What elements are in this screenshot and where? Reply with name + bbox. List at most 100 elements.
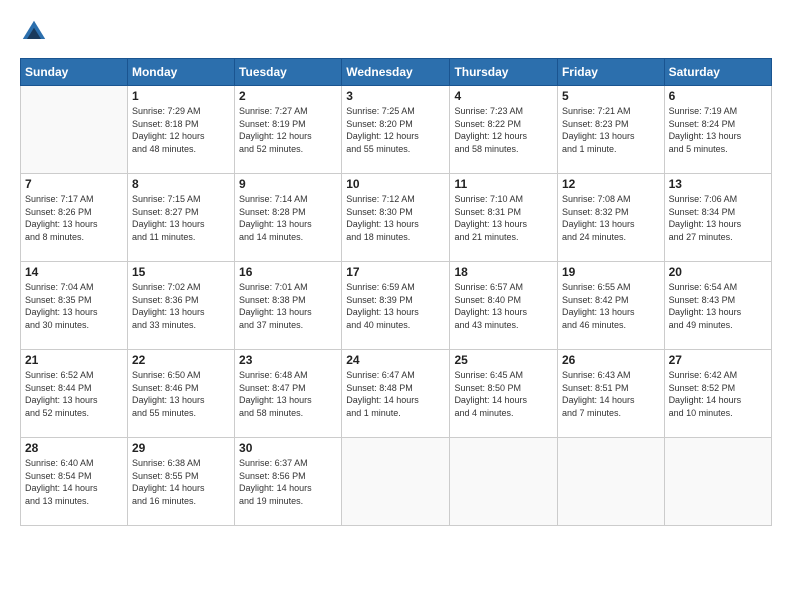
calendar-cell: 19 Sunrise: 6:55 AM Sunset: 8:42 PM Dayli… — [557, 262, 664, 350]
calendar-week-row: 28Sunrise: 6:40 AM Sunset: 8:54 PM Dayli… — [21, 438, 772, 526]
logo-icon — [20, 18, 48, 46]
day-info: Sunrise: 7:17 AM Sunset: 8:26 PM Dayligh… — [25, 193, 123, 243]
day-info: Sunrise: 7:29 AM Sunset: 8:18 PM Dayligh… — [132, 105, 230, 155]
day-info: Sunrise: 6:59 AM Sunset: 8:39 PM Dayligh… — [346, 281, 445, 331]
day-info: Sunrise: 7:19 AM Sunset: 8:24 PM Dayligh… — [669, 105, 767, 155]
day-info: Sunrise: 7:25 AM Sunset: 8:20 PM Dayligh… — [346, 105, 445, 155]
day-number: 14 — [25, 265, 123, 279]
calendar-cell: 2Sunrise: 7:27 AM Sunset: 8:19 PM Daylig… — [235, 86, 342, 174]
calendar-cell: 8Sunrise: 7:15 AM Sunset: 8:27 PM Daylig… — [127, 174, 234, 262]
calendar-cell: 18 Sunrise: 6:57 AM Sunset: 8:40 PM Dayli… — [450, 262, 558, 350]
calendar-cell: 3 Sunrise: 7:25 AM Sunset: 8:20 PM Daylig… — [342, 86, 450, 174]
calendar-cell: 20 Sunrise: 6:54 AM Sunset: 8:43 PM Dayli… — [664, 262, 771, 350]
calendar-cell: 29Sunrise: 6:38 AM Sunset: 8:55 PM Dayli… — [127, 438, 234, 526]
calendar-header-thursday: Thursday — [450, 59, 558, 86]
logo — [20, 18, 52, 46]
calendar-cell: 4 Sunrise: 7:23 AM Sunset: 8:22 PM Daylig… — [450, 86, 558, 174]
calendar-header-friday: Friday — [557, 59, 664, 86]
day-info: Sunrise: 7:14 AM Sunset: 8:28 PM Dayligh… — [239, 193, 337, 243]
day-number: 9 — [239, 177, 337, 191]
calendar-cell: 1 Sunrise: 7:29 AM Sunset: 8:18 PM Daylig… — [127, 86, 234, 174]
day-number: 29 — [132, 441, 230, 455]
day-info: Sunrise: 7:08 AM Sunset: 8:32 PM Dayligh… — [562, 193, 660, 243]
day-number: 3 — [346, 89, 445, 103]
calendar-cell: 27 Sunrise: 6:42 AM Sunset: 8:52 PM Dayli… — [664, 350, 771, 438]
calendar-table: SundayMondayTuesdayWednesdayThursdayFrid… — [20, 58, 772, 526]
calendar-cell: 15 Sunrise: 7:02 AM Sunset: 8:36 PM Dayli… — [127, 262, 234, 350]
day-info: Sunrise: 7:10 AM Sunset: 8:31 PM Dayligh… — [454, 193, 553, 243]
calendar-week-row: 14 Sunrise: 7:04 AM Sunset: 8:35 PM Dayli… — [21, 262, 772, 350]
calendar-cell: 25 Sunrise: 6:45 AM Sunset: 8:50 PM Dayli… — [450, 350, 558, 438]
calendar-cell: 12 Sunrise: 7:08 AM Sunset: 8:32 PM Dayli… — [557, 174, 664, 262]
calendar-cell: 11 Sunrise: 7:10 AM Sunset: 8:31 PM Dayli… — [450, 174, 558, 262]
day-number: 23 — [239, 353, 337, 367]
day-info: Sunrise: 6:45 AM Sunset: 8:50 PM Dayligh… — [454, 369, 553, 419]
day-number: 22 — [132, 353, 230, 367]
calendar-cell: 16 Sunrise: 7:01 AM Sunset: 8:38 PM Dayli… — [235, 262, 342, 350]
calendar-cell: 21Sunrise: 6:52 AM Sunset: 8:44 PM Dayli… — [21, 350, 128, 438]
day-number: 11 — [454, 177, 553, 191]
day-number: 12 — [562, 177, 660, 191]
calendar-cell: 14 Sunrise: 7:04 AM Sunset: 8:35 PM Dayli… — [21, 262, 128, 350]
day-number: 21 — [25, 353, 123, 367]
day-info: Sunrise: 6:40 AM Sunset: 8:54 PM Dayligh… — [25, 457, 123, 507]
calendar-cell: 17Sunrise: 6:59 AM Sunset: 8:39 PM Dayli… — [342, 262, 450, 350]
calendar-cell: 23Sunrise: 6:48 AM Sunset: 8:47 PM Dayli… — [235, 350, 342, 438]
calendar-header-tuesday: Tuesday — [235, 59, 342, 86]
day-number: 24 — [346, 353, 445, 367]
calendar-cell: 5 Sunrise: 7:21 AM Sunset: 8:23 PM Daylig… — [557, 86, 664, 174]
day-info: Sunrise: 7:21 AM Sunset: 8:23 PM Dayligh… — [562, 105, 660, 155]
calendar-header-sunday: Sunday — [21, 59, 128, 86]
day-number: 30 — [239, 441, 337, 455]
calendar-cell — [342, 438, 450, 526]
calendar-cell: 30 Sunrise: 6:37 AM Sunset: 8:56 PM Dayli… — [235, 438, 342, 526]
day-number: 16 — [239, 265, 337, 279]
calendar-cell — [557, 438, 664, 526]
day-number: 6 — [669, 89, 767, 103]
day-info: Sunrise: 7:04 AM Sunset: 8:35 PM Dayligh… — [25, 281, 123, 331]
calendar-cell: 9 Sunrise: 7:14 AM Sunset: 8:28 PM Daylig… — [235, 174, 342, 262]
day-number: 19 — [562, 265, 660, 279]
calendar-cell — [21, 86, 128, 174]
day-info: Sunrise: 6:42 AM Sunset: 8:52 PM Dayligh… — [669, 369, 767, 419]
calendar-header-wednesday: Wednesday — [342, 59, 450, 86]
calendar-cell: 22 Sunrise: 6:50 AM Sunset: 8:46 PM Dayli… — [127, 350, 234, 438]
calendar-week-row: 21Sunrise: 6:52 AM Sunset: 8:44 PM Dayli… — [21, 350, 772, 438]
day-number: 20 — [669, 265, 767, 279]
calendar-cell: 6 Sunrise: 7:19 AM Sunset: 8:24 PM Daylig… — [664, 86, 771, 174]
calendar-week-row: 1 Sunrise: 7:29 AM Sunset: 8:18 PM Daylig… — [21, 86, 772, 174]
day-number: 27 — [669, 353, 767, 367]
day-info: Sunrise: 6:43 AM Sunset: 8:51 PM Dayligh… — [562, 369, 660, 419]
calendar-cell — [450, 438, 558, 526]
calendar-cell: 26Sunrise: 6:43 AM Sunset: 8:51 PM Dayli… — [557, 350, 664, 438]
day-info: Sunrise: 7:06 AM Sunset: 8:34 PM Dayligh… — [669, 193, 767, 243]
day-info: Sunrise: 6:55 AM Sunset: 8:42 PM Dayligh… — [562, 281, 660, 331]
day-number: 18 — [454, 265, 553, 279]
calendar-week-row: 7 Sunrise: 7:17 AM Sunset: 8:26 PM Daylig… — [21, 174, 772, 262]
calendar-cell — [664, 438, 771, 526]
day-info: Sunrise: 7:01 AM Sunset: 8:38 PM Dayligh… — [239, 281, 337, 331]
day-number: 5 — [562, 89, 660, 103]
day-number: 10 — [346, 177, 445, 191]
calendar-cell: 10 Sunrise: 7:12 AM Sunset: 8:30 PM Dayli… — [342, 174, 450, 262]
day-info: Sunrise: 6:54 AM Sunset: 8:43 PM Dayligh… — [669, 281, 767, 331]
day-info: Sunrise: 7:12 AM Sunset: 8:30 PM Dayligh… — [346, 193, 445, 243]
day-number: 15 — [132, 265, 230, 279]
day-number: 8 — [132, 177, 230, 191]
day-number: 2 — [239, 89, 337, 103]
day-number: 1 — [132, 89, 230, 103]
calendar-header-monday: Monday — [127, 59, 234, 86]
calendar-cell: 28Sunrise: 6:40 AM Sunset: 8:54 PM Dayli… — [21, 438, 128, 526]
day-number: 25 — [454, 353, 553, 367]
day-info: Sunrise: 6:37 AM Sunset: 8:56 PM Dayligh… — [239, 457, 337, 507]
day-number: 4 — [454, 89, 553, 103]
day-info: Sunrise: 7:02 AM Sunset: 8:36 PM Dayligh… — [132, 281, 230, 331]
main-container: SundayMondayTuesdayWednesdayThursdayFrid… — [0, 0, 792, 536]
day-number: 7 — [25, 177, 123, 191]
day-number: 13 — [669, 177, 767, 191]
calendar-header-saturday: Saturday — [664, 59, 771, 86]
day-info: Sunrise: 6:57 AM Sunset: 8:40 PM Dayligh… — [454, 281, 553, 331]
day-info: Sunrise: 7:23 AM Sunset: 8:22 PM Dayligh… — [454, 105, 553, 155]
day-info: Sunrise: 6:47 AM Sunset: 8:48 PM Dayligh… — [346, 369, 445, 419]
day-info: Sunrise: 6:50 AM Sunset: 8:46 PM Dayligh… — [132, 369, 230, 419]
